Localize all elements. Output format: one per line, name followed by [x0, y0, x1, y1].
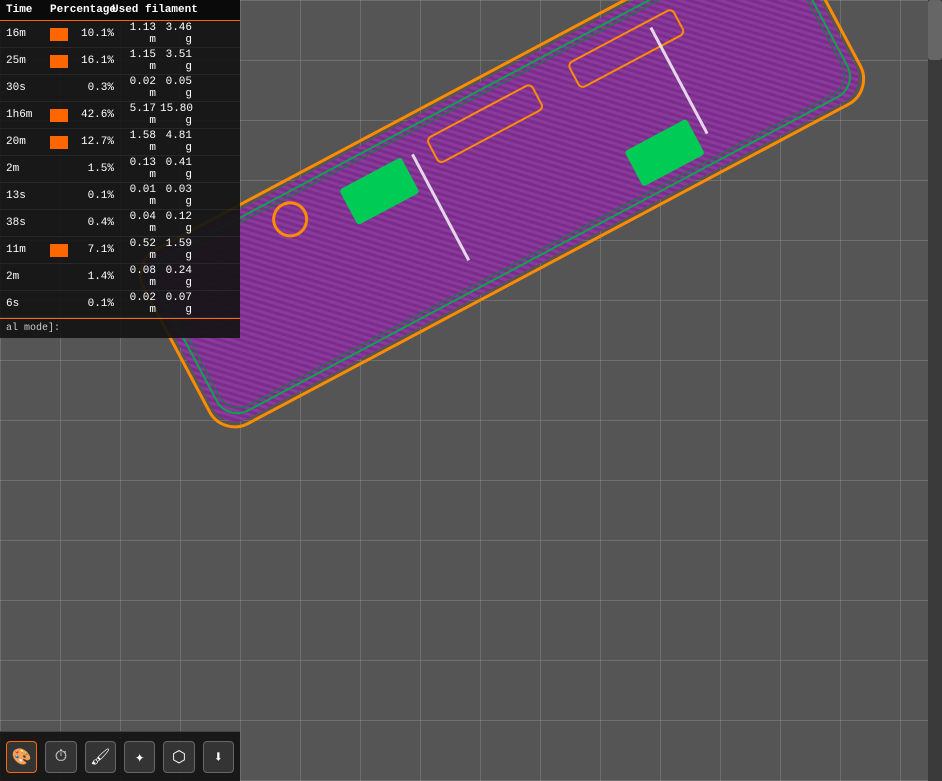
row-bar	[50, 271, 68, 284]
row-pct: 10.1%	[70, 28, 114, 40]
row-weight: 1.59 g	[156, 238, 192, 262]
row-pct: 7.1%	[70, 244, 114, 256]
table-row: 25m 16.1% 1.15 m 3.51 g	[0, 48, 240, 75]
row-time: 6s	[6, 298, 50, 310]
row-pct: 0.3%	[70, 82, 114, 94]
row-time: 25m	[6, 55, 50, 67]
table-row: 11m 7.1% 0.52 m 1.59 g	[0, 237, 240, 264]
row-pct: 12.7%	[70, 136, 114, 148]
row-weight: 0.24 g	[156, 265, 192, 289]
row-bar	[50, 28, 68, 41]
row-time: 38s	[6, 217, 50, 229]
row-weight: 3.46 g	[156, 22, 192, 46]
row-pct: 1.5%	[70, 163, 114, 175]
row-length: 1.13 m	[114, 22, 156, 46]
row-pct: 0.1%	[70, 190, 114, 202]
row-length: 0.13 m	[114, 157, 156, 181]
table-row: 2m 1.4% 0.08 m 0.24 g	[0, 264, 240, 291]
row-time: 16m	[6, 28, 50, 40]
col-used-header: Used filament	[112, 4, 234, 16]
row-time: 20m	[6, 136, 50, 148]
sidebar: Time Percentage Used filament 16m 10.1% …	[0, 0, 240, 338]
time-icon[interactable]: ⏱	[45, 741, 76, 773]
row-length: 0.04 m	[114, 211, 156, 235]
col-pct-header: Percentage	[50, 4, 112, 16]
table-row: 30s 0.3% 0.02 m 0.05 g	[0, 75, 240, 102]
col-time-header: Time	[6, 4, 50, 16]
row-time: 30s	[6, 82, 50, 94]
row-time: 13s	[6, 190, 50, 202]
table-row: 2m 1.5% 0.13 m 0.41 g	[0, 156, 240, 183]
row-bar	[50, 244, 68, 257]
cube-icon[interactable]: ⬡	[163, 741, 194, 773]
row-bar	[50, 190, 68, 203]
table-row: 38s 0.4% 0.04 m 0.12 g	[0, 210, 240, 237]
table-row: 1h6m 42.6% 5.17 m 15.80 g	[0, 102, 240, 129]
row-time: 1h6m	[6, 109, 50, 121]
export-icon[interactable]: ⬇	[203, 741, 234, 773]
table-row: 16m 10.1% 1.13 m 3.46 g	[0, 21, 240, 48]
layers-icon[interactable]: 🖌	[85, 741, 116, 773]
row-weight: 0.05 g	[156, 76, 192, 100]
footer-text: al mode]:	[6, 323, 60, 334]
row-time: 2m	[6, 271, 50, 283]
row-pct: 42.6%	[70, 109, 114, 121]
row-weight: 0.41 g	[156, 157, 192, 181]
compass-icon[interactable]: ✦	[124, 741, 155, 773]
row-length: 0.08 m	[114, 265, 156, 289]
row-length: 0.52 m	[114, 238, 156, 262]
row-bar	[50, 55, 68, 68]
row-weight: 4.81 g	[156, 130, 192, 154]
table-body: 16m 10.1% 1.13 m 3.46 g 25m 16.1% 1.15 m…	[0, 21, 240, 318]
table-row: 20m 12.7% 1.58 m 4.81 g	[0, 129, 240, 156]
toolbar: 🎨⏱ 🖌✦⬡ ⬇	[0, 731, 240, 781]
color-icon[interactable]: 🎨	[6, 741, 37, 773]
row-bar	[50, 163, 68, 176]
row-pct: 16.1%	[70, 55, 114, 67]
row-bar	[50, 217, 68, 230]
scrollbar-thumb[interactable]	[928, 0, 942, 60]
table-header: Time Percentage Used filament	[0, 0, 240, 21]
row-time: 11m	[6, 244, 50, 256]
row-weight: 0.12 g	[156, 211, 192, 235]
row-length: 0.02 m	[114, 292, 156, 316]
row-length: 1.58 m	[114, 130, 156, 154]
row-length: 0.02 m	[114, 76, 156, 100]
row-pct: 1.4%	[70, 271, 114, 283]
row-pct: 0.4%	[70, 217, 114, 229]
row-pct: 0.1%	[70, 298, 114, 310]
row-length: 5.17 m	[114, 103, 156, 127]
scrollbar[interactable]	[928, 0, 942, 781]
row-bar	[50, 298, 68, 311]
row-weight: 0.03 g	[156, 184, 192, 208]
row-time: 2m	[6, 163, 50, 175]
table-row: 6s 0.1% 0.02 m 0.07 g	[0, 291, 240, 318]
row-weight: 3.51 g	[156, 49, 192, 73]
row-length: 1.15 m	[114, 49, 156, 73]
row-weight: 0.07 g	[156, 292, 192, 316]
row-bar	[50, 82, 68, 95]
table-row: 13s 0.1% 0.01 m 0.03 g	[0, 183, 240, 210]
footer-row: al mode]:	[0, 318, 240, 338]
row-bar	[50, 109, 68, 122]
row-length: 0.01 m	[114, 184, 156, 208]
row-bar	[50, 136, 68, 149]
row-weight: 15.80 g	[156, 103, 192, 127]
